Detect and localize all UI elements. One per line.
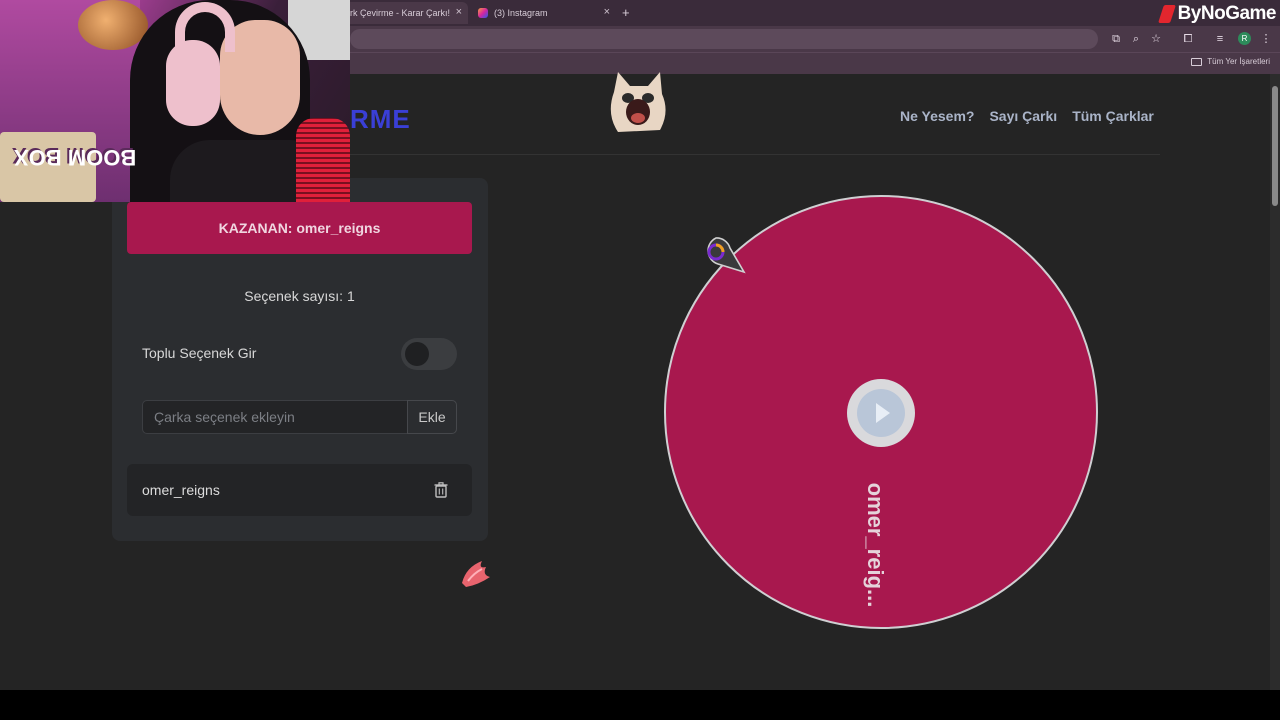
nav-sayi-carki[interactable]: Sayı Çarkı [989, 108, 1057, 124]
close-tab-icon[interactable]: × [456, 6, 462, 18]
bird-sticker [462, 561, 490, 587]
bookmarks-label: Tüm Yer İşaretleri [1207, 57, 1270, 66]
boom-box-text: BOOM BOX [14, 145, 137, 170]
balloon-decoration [78, 0, 148, 50]
screen: rk Çevirme - Karar Çarkı! × (3) Instagra… [0, 0, 1280, 720]
bynogame-mark-icon [1157, 5, 1176, 23]
new-tab-button[interactable]: + [622, 5, 630, 20]
microphone-icon [296, 118, 350, 202]
instagram-icon [478, 8, 488, 18]
bulk-entry-toggle[interactable] [401, 338, 457, 370]
media-icon[interactable]: ≡ [1212, 31, 1228, 47]
extensions-icon[interactable]: ⧠ [1180, 31, 1196, 47]
nav-tum-carklar[interactable]: Tüm Çarklar [1072, 108, 1154, 124]
headphone-icon [166, 40, 220, 126]
add-option-input[interactable] [142, 400, 408, 434]
bulk-entry-label: Toplu Seçenek Gir [142, 345, 257, 361]
toggle-knob [405, 342, 429, 366]
trash-icon[interactable] [434, 482, 448, 498]
cast-icon[interactable]: ⧉ [1108, 31, 1124, 47]
wheel-segment-label: omer_reig... [863, 482, 888, 608]
close-tab-icon[interactable]: × [604, 6, 610, 18]
bynogame-logo: ByNoGame [1157, 2, 1277, 26]
site-logo[interactable]: RME [350, 104, 411, 135]
winner-banner: KAZANAN: omer_reigns [127, 202, 472, 254]
play-icon [876, 403, 890, 423]
zoom-icon[interactable]: ⌕ [1128, 31, 1144, 47]
option-label: omer_reigns [142, 482, 220, 498]
folder-icon [1191, 57, 1203, 66]
menu-kebab-icon[interactable]: ⋮ [1258, 31, 1274, 47]
option-count: Seçenek sayısı: 1 [244, 288, 355, 304]
wheel-pointer-icon [707, 237, 746, 274]
tab-label: (3) Instagram [494, 8, 548, 18]
add-option-button[interactable]: Ekle [407, 400, 457, 434]
webcam-overlay: BOOM BOX [0, 0, 350, 202]
tab-label: rk Çevirme - Karar Çarkı! [350, 8, 451, 18]
bottom-black-strip [0, 690, 1280, 720]
tab-instagram[interactable]: (3) Instagram × [470, 2, 616, 24]
profile-avatar[interactable]: R [1238, 32, 1251, 45]
scroll-thumb[interactable] [1272, 86, 1278, 206]
scrollbar[interactable] [1270, 74, 1280, 690]
tab-karar-carki[interactable]: rk Çevirme - Karar Çarkı! × [340, 2, 468, 24]
all-bookmarks[interactable]: Tüm Yer İşaretleri [1191, 57, 1270, 66]
bookmark-star-icon[interactable]: ☆ [1148, 31, 1164, 47]
brand-text: ByNoGame [1177, 3, 1277, 24]
main-nav: Ne Yesem? Sayı Çarkı Tüm Çarklar [900, 108, 1154, 124]
list-item: omer_reigns [127, 464, 472, 516]
popcat-sticker [610, 72, 666, 132]
nav-ne-yesem[interactable]: Ne Yesem? [900, 108, 974, 124]
address-bar[interactable] [350, 29, 1098, 49]
spin-button[interactable] [847, 379, 915, 447]
